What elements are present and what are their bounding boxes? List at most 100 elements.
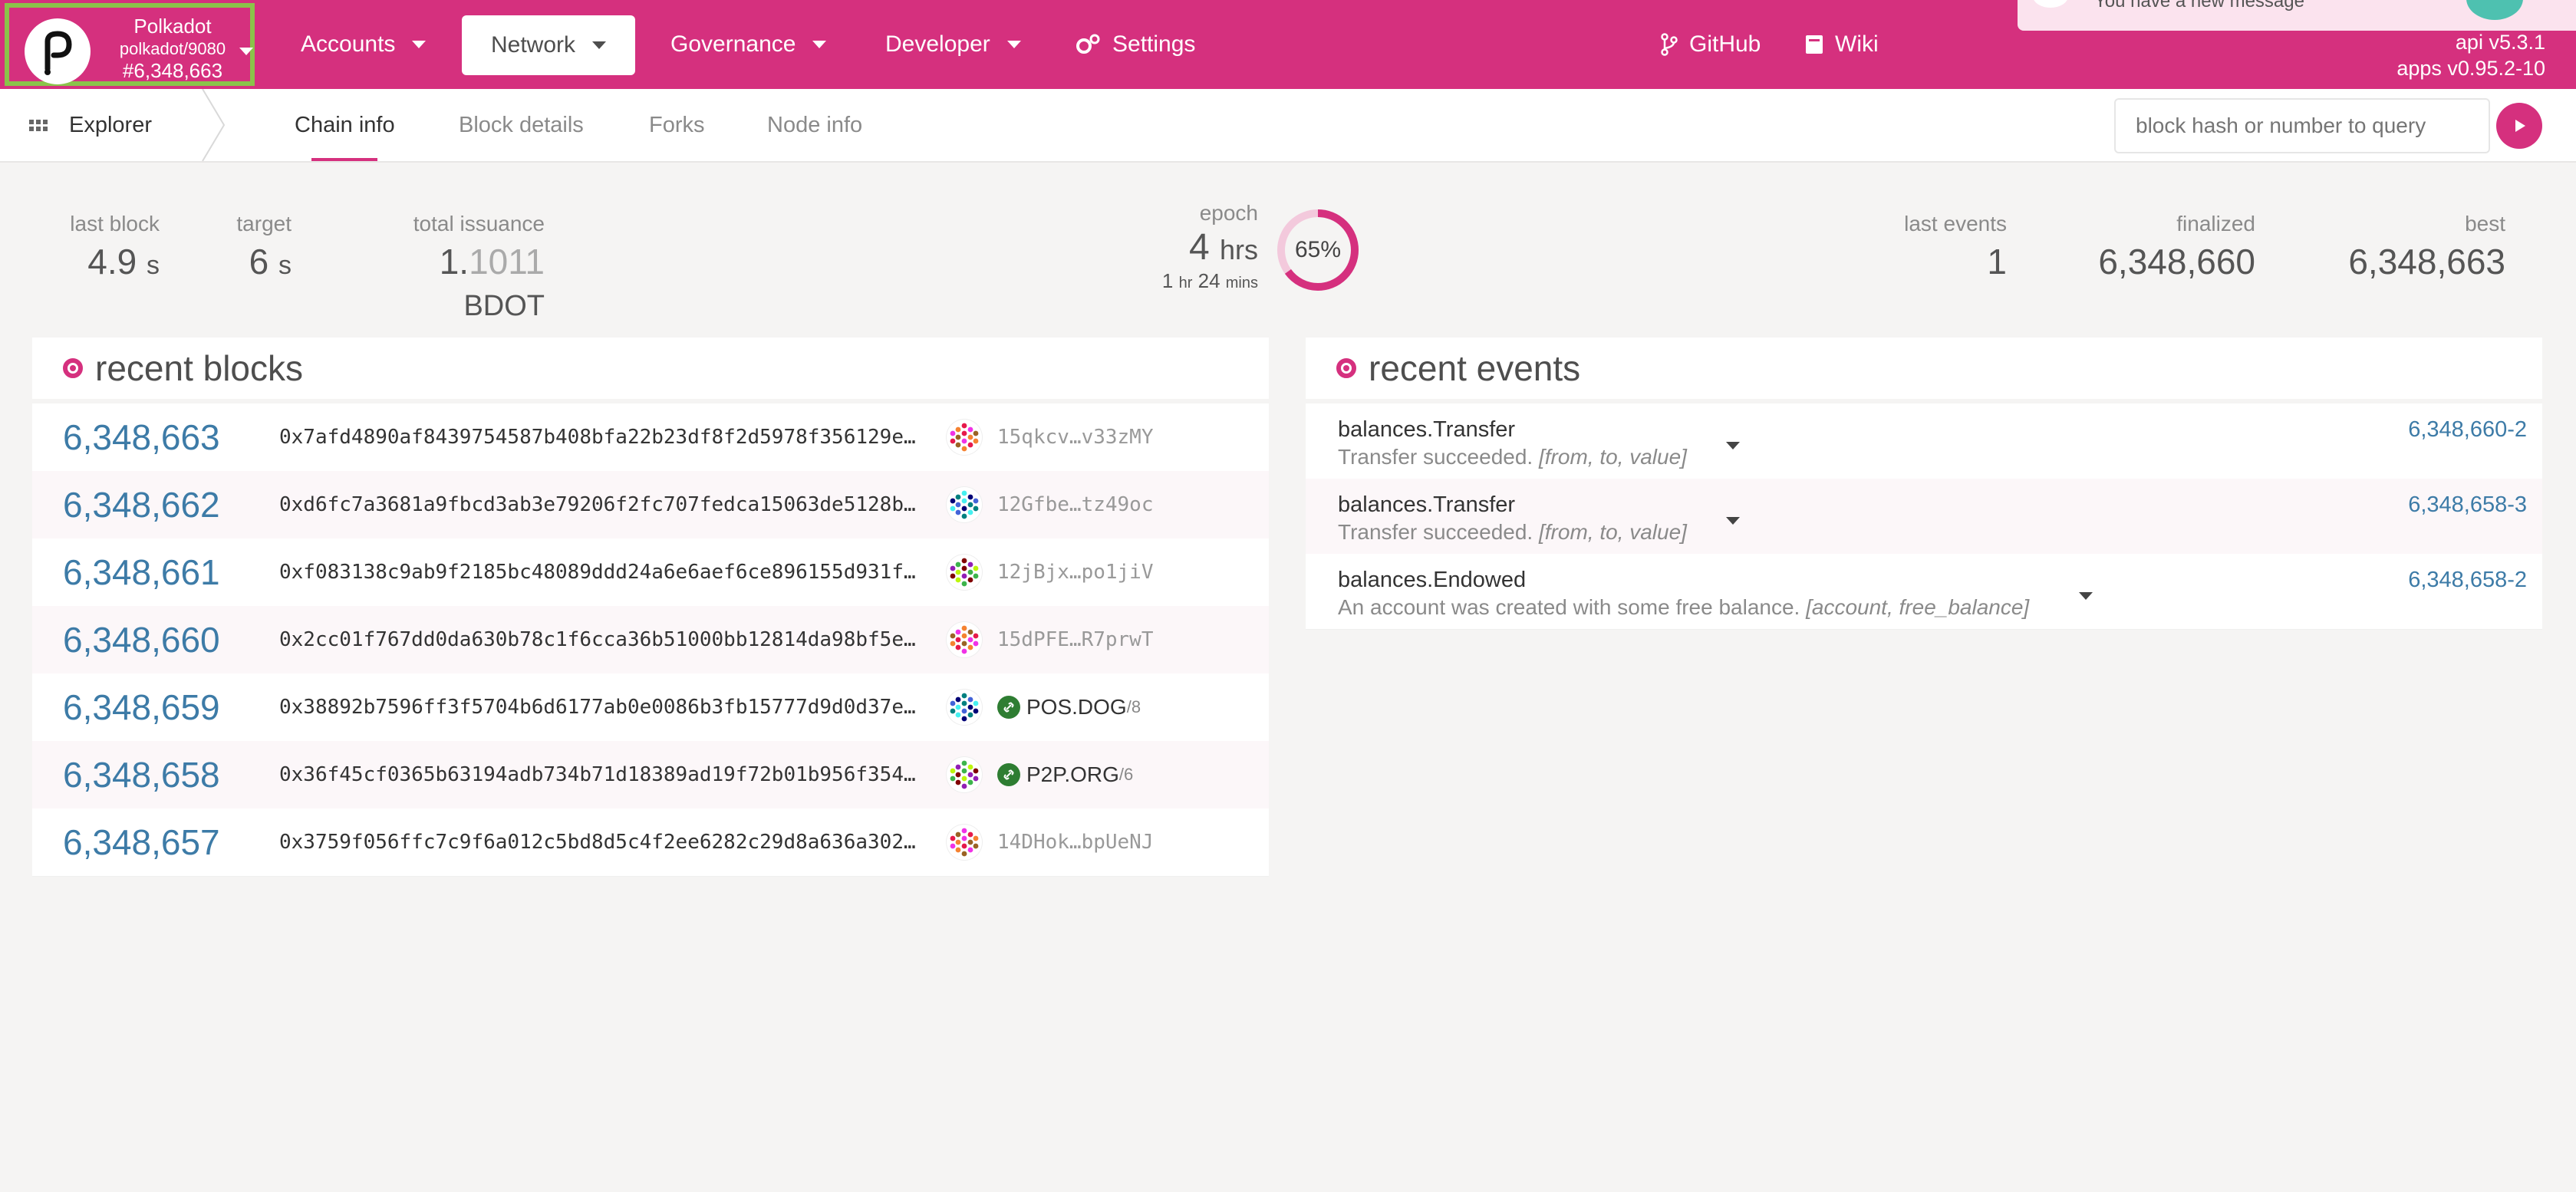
nav-developer[interactable]: Developer: [885, 0, 1021, 89]
chain-name: Polkadot: [133, 15, 212, 38]
stat-value: 4 hrs: [1188, 227, 1258, 268]
nav-accounts[interactable]: Accounts: [301, 0, 427, 89]
api-version: api v5.3.1: [2455, 31, 2545, 54]
block-number-link[interactable]: 6,348,662: [63, 471, 220, 538]
apps-version: apps v0.95.2-10: [2396, 57, 2545, 80]
block-number-link[interactable]: 6,348,657: [63, 808, 220, 876]
nav-governance[interactable]: Governance: [670, 0, 827, 89]
chain-best-block: #6,348,663: [122, 59, 223, 82]
section-dot-icon: [1336, 358, 1356, 378]
block-author[interactable]: 15qkcv…v33zMY: [947, 403, 1154, 471]
nav-network-label: Network: [491, 32, 576, 58]
git-branch-icon: [1661, 33, 1678, 56]
block-author[interactable]: 12Gfbe…tz49oc: [947, 471, 1154, 538]
tab-node-info[interactable]: Node info: [767, 89, 862, 161]
block-number-link[interactable]: 6,348,661: [63, 538, 220, 606]
toast-message: You have a new message: [2094, 0, 2304, 12]
chevron-down-icon: [592, 41, 607, 49]
breadcrumb-separator-icon: [202, 89, 226, 161]
active-tab-indicator: [311, 158, 377, 161]
table-row: 6,348,660 0x2cc01f767dd0da630b78c1f6cca3…: [32, 606, 1269, 674]
chevron-down-icon[interactable]: [1726, 517, 1740, 525]
nav-github-label: GitHub: [1689, 31, 1761, 57]
link-icon: [997, 696, 1020, 719]
play-icon: [2515, 120, 2525, 132]
epoch-remaining: 1 hr 24 mins: [1161, 269, 1258, 292]
section-dot-icon: [63, 358, 83, 378]
table-row: 6,348,663 0x7afd4890af8439754587b408bfa2…: [32, 403, 1269, 472]
nav-network[interactable]: Network: [462, 15, 636, 75]
block-hash: 0x3759f056ffc7c9f6a012c5bd8d5c4f2ee6282c…: [279, 831, 916, 854]
block-number-link[interactable]: 6,348,658: [63, 741, 220, 808]
stat-epoch: epoch 4 hrs 1 hr 24 mins: [1135, 201, 1258, 293]
chevron-down-icon[interactable]: [1726, 442, 1740, 449]
stat-value: 4.9 s: [87, 242, 160, 282]
stat-label: target: [236, 212, 292, 235]
identicon-icon: [947, 487, 982, 522]
chain-selector[interactable]: Polkadot polkadot/9080 #6,348,663: [5, 3, 255, 86]
nav-github[interactable]: GitHub: [1660, 0, 1761, 89]
event-method: balances.Transfer: [1338, 417, 1516, 442]
tab-block-details[interactable]: Block details: [459, 89, 584, 161]
block-hash: 0x38892b7596ff3f5704b6d6177ab0e0086b3fb1…: [279, 696, 916, 719]
block-hash: 0x36f45cf0365b63194adb734b71d18389ad19f7…: [279, 763, 916, 786]
nav-governance-label: Governance: [670, 31, 796, 57]
table-row: 6,348,662 0xd6fc7a3681a9fbcd3ab3e79206f2…: [32, 471, 1269, 539]
list-item: balances.Transfer Transfer succeeded. [f…: [1306, 479, 2542, 555]
event-block-link[interactable]: 6,348,658-2: [2408, 568, 2527, 593]
recent-blocks-panel: recent blocks 6,348,663 0x7afd4890af8439…: [32, 338, 1269, 877]
stat-label: best: [2465, 212, 2505, 235]
chevron-down-icon: [412, 41, 427, 48]
section-title: Explorer: [69, 112, 152, 137]
nav-developer-label: Developer: [885, 31, 990, 57]
tab-chain-info[interactable]: Chain info: [295, 89, 395, 161]
table-row: 6,348,658 0x36f45cf0365b63194adb734b71d1…: [32, 741, 1269, 809]
nav-settings-label: Settings: [1112, 31, 1196, 57]
table-row: 6,348,659 0x38892b7596ff3f5704b6d6177ab0…: [32, 673, 1269, 742]
identicon-icon: [947, 420, 982, 455]
nav-wiki[interactable]: Wiki: [1804, 0, 1879, 89]
polkadot-logo-icon: [25, 18, 91, 84]
chevron-down-icon[interactable]: [2079, 592, 2093, 600]
stat-target: target 6 s: [230, 212, 292, 282]
block-number-link[interactable]: 6,348,659: [63, 673, 220, 741]
stat-label: last events: [1904, 212, 2007, 235]
link-icon: [997, 763, 1020, 786]
stat-best: best 6,348,663: [2301, 212, 2505, 282]
grid-icon: [29, 119, 48, 131]
stat-value: 6 s: [249, 242, 292, 282]
tab-forks[interactable]: Forks: [649, 89, 705, 161]
recent-blocks-title: recent blocks: [95, 348, 304, 388]
block-author[interactable]: 15dPFE…R7prwT: [947, 606, 1154, 673]
block-author[interactable]: P2P.ORG/6: [947, 741, 1133, 808]
stat-label: finalized: [2176, 212, 2255, 235]
nav-settings[interactable]: Settings: [1076, 0, 1195, 89]
event-block-link[interactable]: 6,348,658-3: [2408, 492, 2527, 518]
stat-last-events: last events 1: [1887, 212, 2007, 282]
event-block-link[interactable]: 6,348,660-2: [2408, 417, 2527, 443]
block-number-link[interactable]: 6,348,663: [63, 403, 220, 471]
list-item: balances.Endowed An account was created …: [1306, 554, 2542, 630]
block-number-link[interactable]: 6,348,660: [63, 606, 220, 673]
block-query-input[interactable]: [2114, 98, 2490, 153]
stat-label: total issuance: [413, 212, 545, 235]
event-description: Transfer succeeded. [from, to, value]: [1338, 445, 1687, 469]
query-submit-button[interactable]: [2496, 103, 2542, 149]
event-description: An account was created with some free ba…: [1338, 595, 2030, 619]
avatar: [2033, 0, 2068, 8]
block-hash: 0xd6fc7a3681a9fbcd3ab3e79206f2fc707fedca…: [279, 493, 916, 516]
identicon-icon: [947, 622, 982, 657]
stat-total-issuance: total issuance 1.1011 BDOT: [361, 212, 545, 324]
recent-events-panel: recent events balances.Transfer Transfer…: [1306, 338, 2542, 630]
identicon-icon: [947, 757, 982, 792]
stat-label: last block: [70, 212, 160, 235]
identicon-icon: [947, 555, 982, 590]
block-author[interactable]: 14DHok…bpUeNJ: [947, 808, 1154, 876]
identicon-icon: [947, 825, 982, 860]
recent-events-title: recent events: [1369, 348, 1581, 388]
explorer-section[interactable]: Explorer: [29, 89, 152, 161]
top-navbar: Polkadot polkadot/9080 #6,348,663 Accoun…: [0, 0, 2576, 89]
block-author[interactable]: POS.DOG/8: [947, 673, 1141, 741]
stat-value: 6,348,663: [2348, 242, 2505, 282]
block-author[interactable]: 12jBjx…po1jiV: [947, 538, 1154, 606]
